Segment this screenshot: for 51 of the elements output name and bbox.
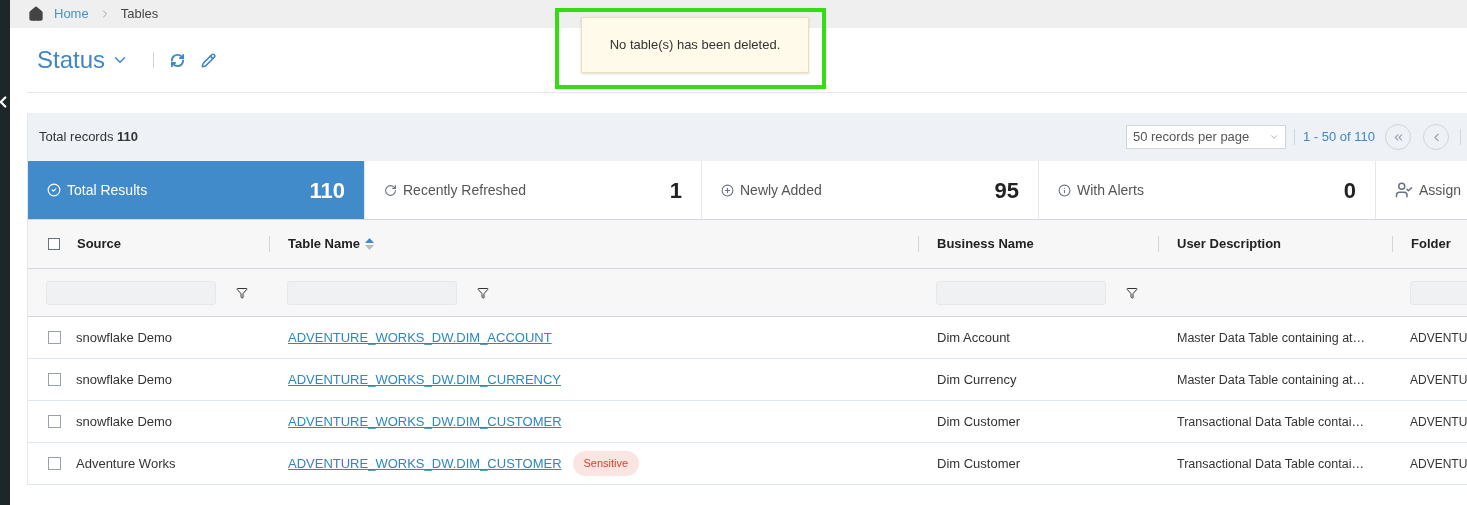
toast-message: No table(s) has been deleted. (581, 17, 809, 73)
table-cell: Transactional Data Table contai… (1177, 414, 1364, 429)
table-cell: Dim Customer (937, 455, 1021, 471)
edit-icon[interactable] (201, 52, 217, 68)
table-cell: ADVENTU (1410, 372, 1467, 387)
sensitive-badge: Sensitive (572, 451, 640, 476)
table-cell: Dim Account (937, 329, 1010, 345)
table-name-link[interactable]: ADVENTURE_WORKS_DW.DIM_CUSTOMER (288, 411, 562, 432)
filter-icon[interactable] (1126, 286, 1138, 299)
table-name-link[interactable]: ADVENTURE_WORKS_DW.DIM_ACCOUNT (288, 327, 552, 348)
summary-tile[interactable]: Total Results 110 (28, 161, 365, 219)
table-cell-text: Adventure Works (76, 454, 176, 473)
status-dropdown[interactable]: Status (37, 42, 130, 78)
column-header[interactable]: Source (77, 234, 122, 254)
row-checkbox[interactable] (48, 331, 61, 344)
table-cell: Master Data Table containing at… (1177, 330, 1366, 345)
table-cell: Dim Currency (937, 371, 1017, 387)
filter-icon[interactable] (477, 286, 489, 299)
refresh-icon[interactable] (170, 52, 186, 68)
table-cell: Dim Customer (937, 413, 1021, 429)
column-header[interactable]: Table Name (288, 234, 374, 254)
row-checkbox[interactable] (48, 373, 61, 386)
table-cell: Transactional Data Table contai… (1177, 456, 1364, 471)
page-size-select[interactable]: 50 records per page (1125, 125, 1286, 149)
column-header[interactable]: Business Name (937, 234, 1034, 254)
select-all-checkbox[interactable] (48, 238, 60, 250)
caret-icon (1268, 132, 1279, 142)
page-range: 1 - 50 of 110 (1302, 128, 1375, 147)
total-records: Total records 110 (39, 128, 139, 147)
table-cell: ADVENTU (1410, 330, 1467, 345)
sort-icon[interactable] (365, 238, 374, 250)
filter-icon[interactable] (236, 286, 248, 299)
table-cell: ADVENTU (1410, 456, 1467, 471)
row-checkbox[interactable] (48, 415, 61, 428)
info-icon (1058, 183, 1071, 197)
column-header[interactable]: Folder (1411, 234, 1451, 254)
check-circle-icon (47, 183, 61, 197)
table-cell-text: snowflake Demo (76, 412, 173, 431)
row-checkbox[interactable] (48, 457, 61, 470)
table-cell-text: snowflake Demo (76, 370, 173, 389)
table-cell-text: snowflake Demo (76, 328, 173, 347)
column-header[interactable]: User Description (1177, 234, 1282, 254)
home-icon[interactable] (28, 6, 44, 22)
table-cell: Master Data Table containing at… (1177, 372, 1366, 387)
table-cell: ADVENTU (1410, 414, 1467, 429)
refresh-icon (384, 183, 397, 197)
table-name-link[interactable]: ADVENTURE_WORKS_DW.DIM_CUSTOMER (288, 453, 562, 474)
user-icon (1395, 181, 1413, 199)
breadcrumb-current: Tables (120, 5, 159, 24)
table-name-link[interactable]: ADVENTURE_WORKS_DW.DIM_CURRENCY (288, 369, 562, 390)
plus-circle-icon (721, 183, 734, 197)
